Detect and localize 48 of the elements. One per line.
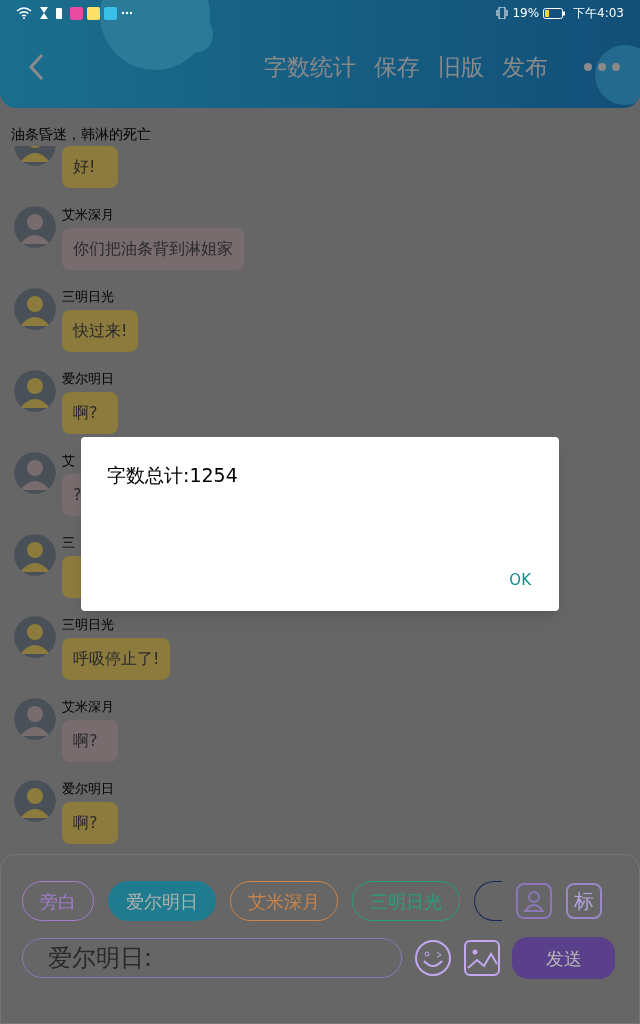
message-bubble: 好! bbox=[62, 146, 118, 188]
wifi-icon bbox=[16, 7, 32, 19]
chapter-title: 油条昏迷，韩淋的死亡 bbox=[11, 126, 151, 142]
battery-small-icon bbox=[56, 7, 62, 19]
avatar-icon bbox=[14, 452, 56, 494]
sender-name: 爱尔明日 bbox=[62, 371, 114, 386]
header-decoration bbox=[595, 45, 640, 105]
message-bubble: 啊? bbox=[62, 720, 118, 762]
sender-name: 艾米深月 bbox=[62, 207, 114, 222]
mark-button[interactable]: 标 bbox=[566, 883, 602, 919]
avatar-icon bbox=[14, 288, 56, 330]
message-input[interactable]: 爱尔明日: bbox=[22, 938, 402, 978]
person-button[interactable] bbox=[516, 883, 552, 919]
avatar-icon bbox=[14, 206, 56, 248]
avatar-icon bbox=[14, 616, 56, 658]
avatar-icon bbox=[14, 698, 56, 740]
battery-percentage: 19% bbox=[512, 5, 540, 22]
app-icon bbox=[87, 6, 100, 20]
header-action[interactable]: 发布 bbox=[502, 49, 548, 85]
more-notifications-icon bbox=[121, 11, 133, 15]
battery-icon bbox=[543, 7, 566, 19]
message-bubble: 啊? bbox=[62, 802, 118, 844]
sender-name: 艾 bbox=[62, 453, 75, 468]
message-bubble: 快过来! bbox=[62, 310, 139, 352]
header-action[interactable]: 旧版 bbox=[438, 49, 484, 85]
person-icon bbox=[523, 889, 545, 913]
sender-name: 三明日光 bbox=[62, 617, 114, 632]
sender-name: 艾米深月 bbox=[62, 699, 114, 714]
sender-name: 三 bbox=[62, 535, 75, 550]
emoji-icon[interactable] bbox=[414, 939, 452, 977]
send-button[interactable]: 发送 bbox=[512, 937, 615, 979]
header-action[interactable]: 字数统计 bbox=[264, 49, 356, 85]
message-bubble: 呼吸停止了! bbox=[62, 638, 171, 680]
image-icon[interactable] bbox=[464, 940, 500, 976]
sender-name: 爱尔明日 bbox=[62, 781, 114, 796]
avatar-icon bbox=[14, 534, 56, 576]
header-action[interactable]: 保存 bbox=[374, 49, 420, 85]
message-bubble: 你们把油条背到淋姐家 bbox=[62, 228, 244, 270]
avatar-icon bbox=[14, 370, 56, 412]
vibrate-icon bbox=[496, 7, 509, 19]
role-chip[interactable]: 爱尔明日 bbox=[108, 881, 216, 921]
sender-name: 三明日光 bbox=[62, 289, 114, 304]
app-icon bbox=[70, 6, 83, 20]
hourglass-icon bbox=[40, 7, 48, 19]
avatar-icon bbox=[14, 780, 56, 822]
clock-time: 下午4:03 bbox=[573, 5, 624, 22]
message-bubble: 啊? bbox=[62, 392, 118, 434]
ok-button[interactable]: OK bbox=[507, 564, 533, 595]
